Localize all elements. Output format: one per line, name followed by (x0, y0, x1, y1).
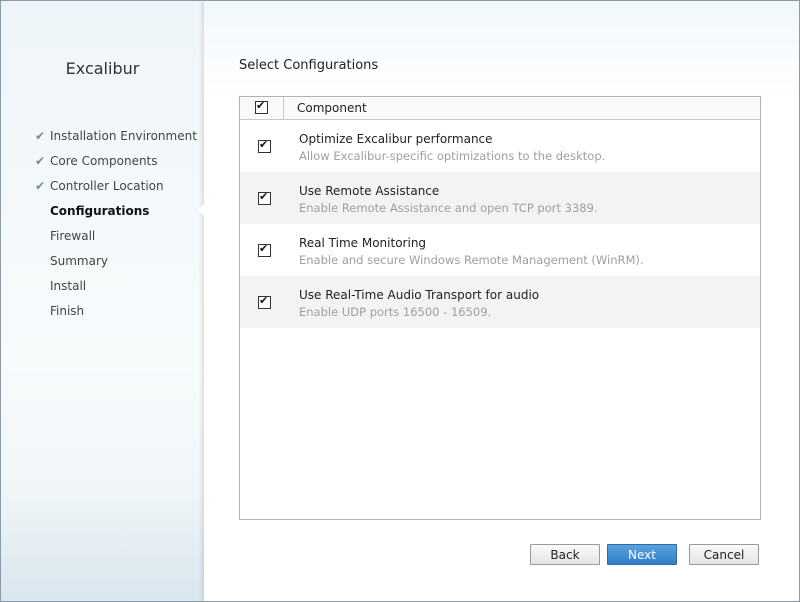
table-header: ✔ Component (240, 97, 760, 120)
column-header-component: Component (297, 101, 367, 115)
wizard-steps: ✔ Installation Environment ✔ Core Compon… (35, 127, 197, 327)
row-title: Use Real-Time Audio Transport for audio (299, 288, 540, 302)
row-description: Enable and secure Windows Remote Managem… (299, 253, 644, 267)
optimize-performance-checkbox[interactable]: ✔ (258, 138, 271, 153)
step-installation-environment: ✔ Installation Environment (35, 127, 197, 152)
sidebar: Excalibur ✔ Installation Environment ✔ C… (1, 1, 204, 601)
header-gradient (204, 1, 799, 101)
step-label: Core Components (50, 154, 158, 168)
row-description: Enable Remote Assistance and open TCP po… (299, 201, 598, 215)
checkmark-icon: ✔ (259, 138, 269, 151)
page-title: Select Configurations (239, 58, 379, 73)
step-label: Installation Environment (50, 129, 197, 143)
row-title: Use Remote Assistance (299, 184, 440, 198)
checkmark-icon: ✔ (35, 179, 46, 193)
remote-assistance-checkbox[interactable]: ✔ (258, 190, 271, 205)
checkmark-icon: ✔ (259, 242, 269, 255)
current-step-pointer (198, 203, 205, 217)
next-button[interactable]: Next (607, 544, 677, 565)
step-label: Finish (50, 304, 85, 318)
cancel-button[interactable]: Cancel (689, 544, 759, 565)
step-finish: Finish (35, 302, 197, 327)
table-row: ✔ Optimize Excalibur performance Allow E… (240, 120, 760, 172)
step-controller-location: ✔ Controller Location (35, 177, 197, 202)
step-install: Install (35, 277, 197, 302)
checkmark-icon: ✔ (259, 190, 269, 203)
app-title: Excalibur (65, 59, 140, 78)
checkmark-icon: ✔ (35, 129, 46, 143)
table-row: ✔ Use Real-Time Audio Transport for audi… (240, 276, 760, 328)
step-label: Summary (50, 254, 108, 268)
step-label: Controller Location (50, 179, 164, 193)
table-row: ✔ Use Remote Assistance Enable Remote As… (240, 172, 760, 224)
step-label: Install (50, 279, 87, 293)
back-button[interactable]: Back (530, 544, 600, 565)
step-firewall: Firewall (35, 227, 197, 252)
row-title: Optimize Excalibur performance (299, 132, 493, 146)
checkmark-icon: ✔ (256, 99, 266, 112)
sidebar-decoration (1, 491, 204, 601)
row-description: Allow Excalibur-specific optimizations t… (299, 149, 606, 163)
row-title: Real Time Monitoring (299, 236, 427, 250)
select-all-checkbox[interactable]: ✔ (255, 99, 268, 114)
step-configurations: Configurations (35, 202, 197, 227)
installer-window: Excalibur ✔ Installation Environment ✔ C… (0, 0, 800, 602)
step-label: Firewall (50, 229, 96, 243)
step-core-components: ✔ Core Components (35, 152, 197, 177)
header-checkbox-cell: ✔ (240, 97, 284, 119)
row-description: Enable UDP ports 16500 - 16509. (299, 305, 492, 319)
step-label: Configurations (50, 204, 150, 218)
table-row: ✔ Real Time Monitoring Enable and secure… (240, 224, 760, 276)
step-summary: Summary (35, 252, 197, 277)
components-table: ✔ Component ✔ Optimize Excalibur perform… (239, 96, 761, 520)
audio-transport-checkbox[interactable]: ✔ (258, 294, 271, 309)
main-panel: Select Configurations ✔ Component ✔ Opti… (204, 1, 799, 601)
checkmark-icon: ✔ (259, 294, 269, 307)
checkmark-icon: ✔ (35, 154, 46, 168)
real-time-monitoring-checkbox[interactable]: ✔ (258, 242, 271, 257)
